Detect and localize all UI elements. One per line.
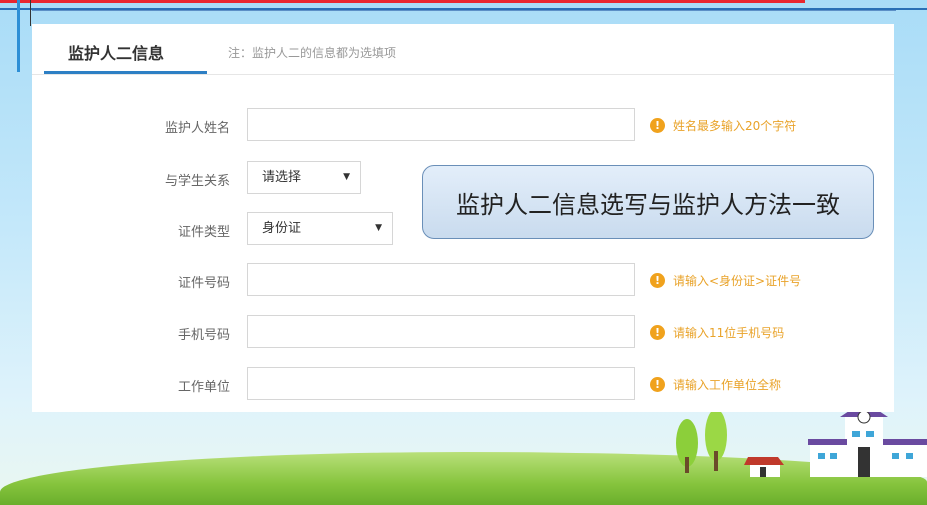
employer-hint-text: 请输入工作单位全称 — [673, 378, 782, 392]
top-thin-line — [32, 10, 896, 11]
warning-icon: ! — [650, 377, 665, 392]
id-type-select-value: 身份证 — [262, 221, 302, 236]
relation-label: 与学生关系 — [164, 174, 230, 189]
id-type-select[interactable]: 身份证 ▼ — [247, 212, 393, 245]
tab-guardian-two[interactable]: 监护人二信息 — [68, 40, 164, 64]
id-number-label: 证件号码 — [177, 276, 230, 291]
left-accent-bar — [17, 0, 20, 72]
id-number-hint-text: 请输入<身份证>证件号 — [673, 274, 802, 288]
id-number-hint: ! 请输入<身份证>证件号 — [650, 272, 801, 289]
warning-icon: ! — [650, 118, 665, 133]
tab-active-underline — [44, 71, 207, 74]
id-number-input[interactable] — [247, 263, 635, 296]
relation-select-value: 请选择 — [262, 170, 302, 185]
employer-hint: ! 请输入工作单位全称 — [650, 376, 781, 393]
left-thin-bar — [30, 0, 31, 26]
tab-note: 注：监护人二的信息都为选填项 — [228, 46, 397, 60]
phone-input[interactable] — [247, 315, 635, 348]
guardian-name-hint-text: 姓名最多输入20个字符 — [673, 119, 797, 133]
phone-hint: ! 请输入11位手机号码 — [650, 324, 784, 341]
guardian-name-hint: ! 姓名最多输入20个字符 — [650, 117, 796, 134]
dropdown-arrow-icon: ▼ — [343, 172, 350, 182]
dropdown-arrow-icon: ▼ — [375, 223, 382, 233]
warning-icon: ! — [650, 325, 665, 340]
top-red-bar — [0, 0, 805, 3]
phone-hint-text: 请输入11位手机号码 — [673, 326, 785, 340]
id-type-label: 证件类型 — [177, 225, 230, 240]
tab-header: 监护人二信息 注：监护人二的信息都为选填项 — [32, 24, 894, 75]
guardian-name-input[interactable] — [247, 108, 635, 141]
instruction-callout: 监护人二信息选写与监护人方法一致 — [422, 165, 874, 239]
phone-label: 手机号码 — [177, 328, 230, 343]
employer-input[interactable] — [247, 367, 635, 400]
instruction-callout-text: 监护人二信息选写与监护人方法一致 — [456, 190, 840, 219]
employer-label: 工作单位 — [177, 380, 230, 395]
warning-icon: ! — [650, 273, 665, 288]
guardian-name-label: 监护人姓名 — [164, 121, 230, 136]
relation-select[interactable]: 请选择 ▼ — [247, 161, 361, 194]
